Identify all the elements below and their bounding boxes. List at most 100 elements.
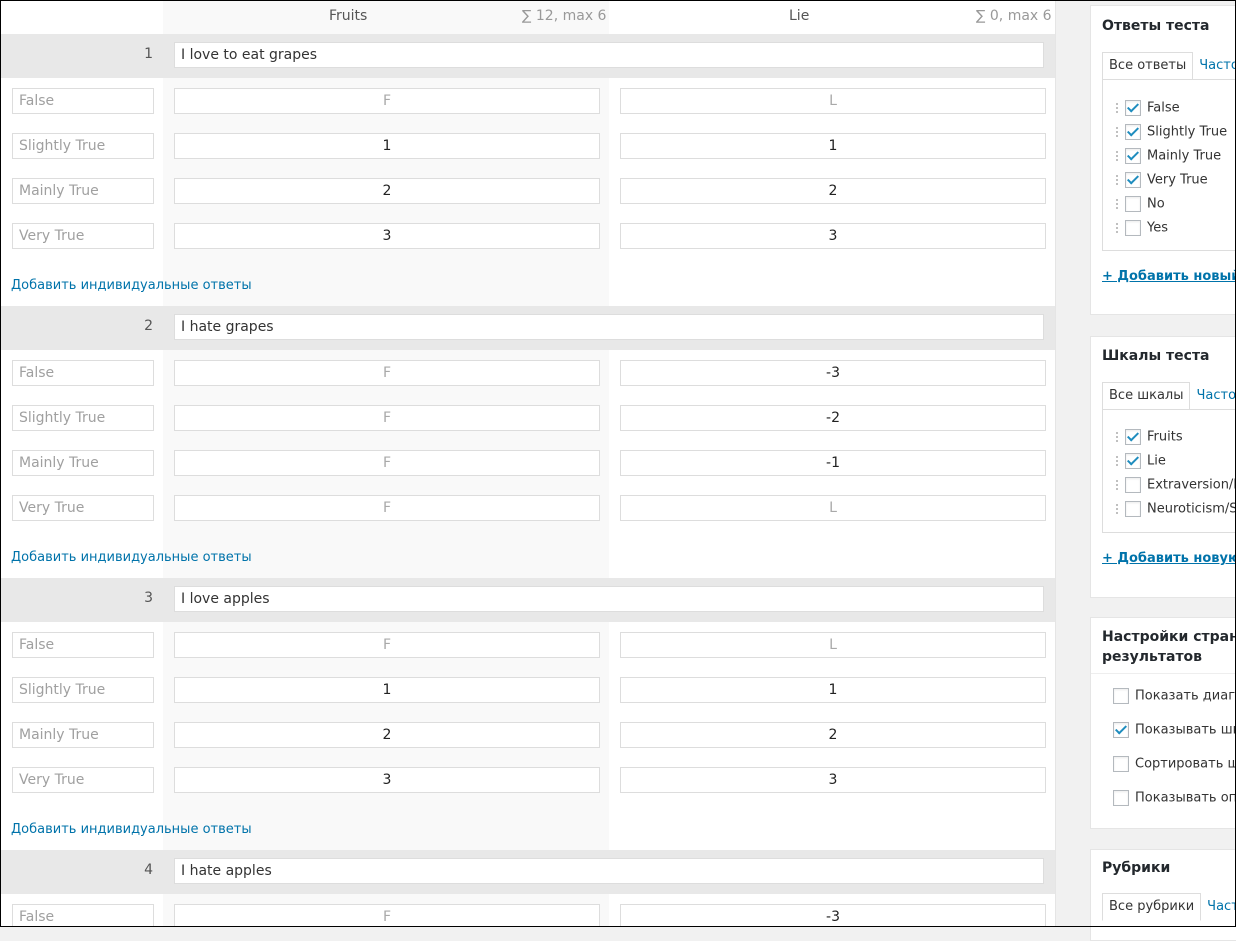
lie-score-input[interactable]: 1 — [620, 677, 1046, 703]
drag-handle-icon[interactable] — [1115, 502, 1119, 516]
lie-score-input[interactable]: L — [620, 495, 1046, 521]
tab-all-scales[interactable]: Все шкалы — [1102, 382, 1191, 410]
checklist-item[interactable]: Fruits — [1115, 429, 1183, 449]
lie-score-input[interactable]: 2 — [620, 178, 1046, 204]
fruits-score-input[interactable]: F — [174, 405, 600, 431]
tab-common-answers[interactable]: Часто — [1193, 53, 1236, 81]
results-option[interactable]: Сортировать ш — [1113, 756, 1236, 772]
fruits-score-input[interactable]: 3 — [174, 223, 600, 249]
checklist-item[interactable]: Mainly True — [1115, 148, 1221, 168]
drag-handle-icon[interactable] — [1115, 197, 1119, 211]
checklist-item[interactable]: No — [1115, 196, 1165, 216]
answer-label-input[interactable]: Very True — [12, 223, 154, 249]
checkbox[interactable] — [1125, 501, 1141, 517]
fruits-score-input[interactable]: F — [174, 88, 600, 114]
checkbox[interactable] — [1125, 100, 1141, 116]
results-option[interactable]: Показывать шка — [1113, 722, 1236, 738]
lie-score-input[interactable]: -2 — [620, 405, 1046, 431]
answer-label-input[interactable]: False — [12, 88, 154, 114]
add-new-scale-link[interactable]: + Добавить новую ш — [1102, 551, 1236, 566]
checkbox[interactable] — [1125, 453, 1141, 469]
lie-score-input[interactable]: -3 — [620, 904, 1046, 927]
add-new-answer-link[interactable]: + Добавить новый о — [1102, 269, 1236, 284]
lie-score-input[interactable]: L — [620, 632, 1046, 658]
fruits-score-input[interactable]: F — [174, 632, 600, 658]
lie-score-input[interactable]: -1 — [620, 450, 1046, 476]
drag-handle-icon[interactable] — [1115, 221, 1119, 235]
question-text-input[interactable]: I love apples — [174, 586, 1044, 612]
answer-label-input[interactable]: Very True — [12, 495, 154, 521]
drag-handle-icon[interactable] — [1115, 173, 1119, 187]
checkbox[interactable] — [1125, 172, 1141, 188]
fruits-score-input[interactable]: 2 — [174, 178, 600, 204]
answer-label-input[interactable]: Mainly True — [12, 178, 154, 204]
question-text-input[interactable]: I love to eat grapes — [174, 42, 1044, 68]
checkbox[interactable] — [1125, 196, 1141, 212]
answer-label-input[interactable]: Mainly True — [12, 450, 154, 476]
checkbox[interactable] — [1125, 124, 1141, 140]
checklist-item[interactable]: Extraversion/In — [1115, 477, 1236, 497]
fruits-score-input[interactable]: 3 — [174, 767, 600, 793]
fruits-score-input[interactable]: 2 — [174, 722, 600, 748]
tab-all-answers[interactable]: Все ответы — [1102, 52, 1194, 80]
fruits-score-input[interactable]: F — [174, 495, 600, 521]
results-option[interactable]: Показывать опи — [1113, 790, 1236, 806]
results-option[interactable]: Показать диагр — [1113, 688, 1236, 704]
checkbox[interactable] — [1125, 148, 1141, 164]
drag-handle-icon[interactable] — [1115, 149, 1119, 163]
checklist-item[interactable]: False — [1115, 100, 1180, 120]
answer-label-input[interactable]: False — [12, 904, 154, 927]
checklist-item[interactable]: Slightly True — [1115, 124, 1227, 144]
scale-header-lie: Lie — [789, 8, 810, 24]
tab-common-scales[interactable]: Часто — [1190, 383, 1236, 411]
tab-common-categories[interactable]: Част — [1201, 894, 1236, 922]
fruits-score-input[interactable]: 1 — [174, 133, 600, 159]
fruits-score-input[interactable]: F — [174, 360, 600, 386]
drag-handle-icon[interactable] — [1115, 478, 1119, 492]
question-text-input[interactable]: I hate apples — [174, 858, 1044, 884]
categories-panel-title: Рубрики — [1102, 860, 1171, 876]
tab-all-categories[interactable]: Все рубрики — [1102, 893, 1202, 921]
checkbox[interactable] — [1113, 688, 1129, 704]
question-text-input[interactable]: I hate grapes — [174, 314, 1044, 340]
checklist-item[interactable]: Neuroticism/S — [1115, 501, 1236, 521]
checkbox[interactable] — [1125, 477, 1141, 493]
checkbox[interactable] — [1125, 429, 1141, 445]
checklist-item[interactable]: Lie — [1115, 453, 1166, 473]
drag-handle-icon[interactable] — [1115, 454, 1119, 468]
add-individual-answers-link[interactable]: Добавить индивидуальные ответы — [11, 550, 252, 565]
add-individual-answers-link[interactable]: Добавить индивидуальные ответы — [11, 822, 252, 837]
drag-handle-icon[interactable] — [1115, 101, 1119, 115]
lie-score-input[interactable]: 3 — [620, 767, 1046, 793]
drag-handle-icon[interactable] — [1115, 430, 1119, 444]
lie-score-input[interactable]: 1 — [620, 133, 1046, 159]
lie-score-input[interactable]: 3 — [620, 223, 1046, 249]
lie-score-input[interactable]: -3 — [620, 360, 1046, 386]
answer-label-input[interactable]: Mainly True — [12, 722, 154, 748]
checkbox[interactable] — [1113, 790, 1129, 806]
checkbox[interactable] — [1125, 220, 1141, 236]
checklist-item[interactable]: Yes — [1115, 220, 1168, 240]
answer-label-input[interactable]: False — [12, 360, 154, 386]
checklist-item-label: Very True — [1147, 172, 1208, 188]
lie-score-input[interactable]: L — [620, 88, 1046, 114]
add-individual-answers-link[interactable]: Добавить индивидуальные ответы — [11, 278, 252, 293]
fruits-score-input[interactable]: F — [174, 904, 600, 927]
checkbox[interactable] — [1113, 756, 1129, 772]
results-option-label: Показать диагр — [1135, 688, 1236, 704]
answer-label-input[interactable]: False — [12, 632, 154, 658]
answer-label-input[interactable]: Slightly True — [12, 133, 154, 159]
fruits-score-input[interactable]: 1 — [174, 677, 600, 703]
scale-sum-fruits: ∑ 12, max 6 — [522, 8, 607, 24]
question-number: 2 — [144, 318, 153, 334]
categories-tabs: Все рубрики Част — [1102, 893, 1236, 921]
checklist-item[interactable]: Very True — [1115, 172, 1208, 192]
answer-label-input[interactable]: Slightly True — [12, 677, 154, 703]
lie-score-input[interactable]: 2 — [620, 722, 1046, 748]
checkbox[interactable] — [1113, 722, 1129, 738]
drag-handle-icon[interactable] — [1115, 125, 1119, 139]
checklist-item-label: Extraversion/In — [1147, 477, 1236, 493]
fruits-score-input[interactable]: F — [174, 450, 600, 476]
answer-label-input[interactable]: Slightly True — [12, 405, 154, 431]
answer-label-input[interactable]: Very True — [12, 767, 154, 793]
